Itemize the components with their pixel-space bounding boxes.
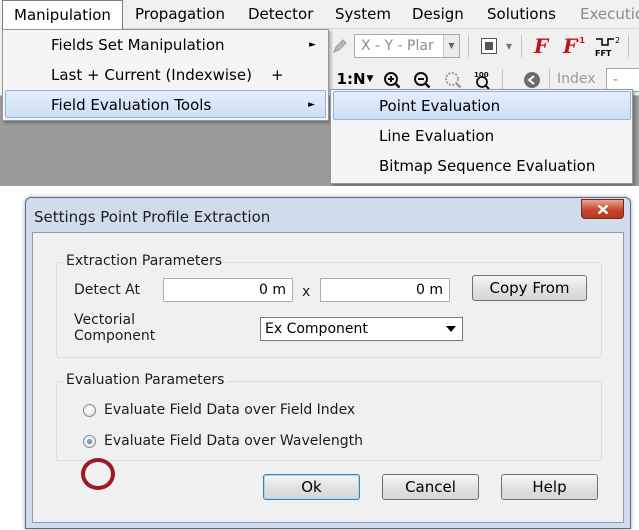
close-icon [597,204,608,214]
menu-manipulation[interactable]: Manipulation [2,0,123,30]
radio-button-checked[interactable] [83,434,96,448]
radio-field-index[interactable]: Evaluate Field Data over Field Index [83,401,355,419]
vectorial-label-line2: Component [74,328,156,344]
chevron-down-icon: ▼ [443,35,459,57]
toolbar-separator [521,35,522,57]
menu-bar: Manipulation Propagation Detector System… [0,0,639,30]
settings-dialog: Settings Point Profile Extraction Extrac… [25,197,631,529]
menu-item-label: Point Evaluation [379,97,501,115]
radio-button-unchecked[interactable] [83,403,96,417]
menu-execution[interactable]: Executio [580,0,639,29]
menu-item-label: Bitmap Sequence Evaluation [379,157,596,175]
menu-solutions[interactable]: Solutions [487,0,556,29]
frame-toggle-icon[interactable] [478,35,500,57]
menu-item-label: Line Evaluation [379,127,495,145]
extraction-group-title: Extraction Parameters [63,253,226,269]
menu-design[interactable]: Design [412,0,464,29]
help-button[interactable]: Help [501,474,598,500]
radio-field-index-label: Evaluate Field Data over Field Index [104,402,356,418]
menu-item-shortcut: + [271,66,284,84]
toolbar-separator [502,69,503,91]
radio-wavelength-label: Evaluate Field Data over Wavelength [104,433,363,449]
detect-x-input[interactable]: 0 m [163,278,293,302]
svg-text:2: 2 [615,36,620,45]
vectorial-component-value: Ex Component [265,321,368,337]
chevron-down-icon [446,326,456,332]
fft-icon[interactable]: 2 FFT [593,33,623,59]
cancel-button[interactable]: Cancel [382,474,479,500]
chevron-down-icon: ▼ [366,74,374,84]
formula-f-inverse-icon[interactable]: F -1 [561,33,587,59]
index-label: Index [557,71,596,87]
zoom-in-icon[interactable] [381,69,403,91]
submenu-arrow-icon: ► [308,100,315,110]
menu-item-bitmap-sequence-evaluation[interactable]: Bitmap Sequence Evaluation [333,152,631,181]
toolbar-separator [549,69,550,91]
menu-item-point-evaluation[interactable]: Point Evaluation [333,91,631,120]
copy-from-button[interactable]: Copy From [472,275,587,301]
index-field-value: - [613,72,619,88]
annotation-highlight-ring [81,458,115,490]
detect-at-label: Detect At [74,282,140,298]
pencil-icon[interactable] [330,35,350,57]
svg-text:F: F [533,34,550,58]
detect-separator: x [302,284,311,300]
dialog-title: Settings Point Profile Extraction [34,208,271,226]
menu-detector[interactable]: Detector [248,0,313,29]
menu-item-fields-set-manipulation[interactable]: Fields Set Manipulation ► [5,31,326,59]
menu-item-field-evaluation-tools[interactable]: Field Evaluation Tools ► [5,90,326,118]
vectorial-component-select[interactable]: Ex Component [260,317,463,341]
menu-item-label: Fields Set Manipulation [51,36,225,54]
step-selector-button[interactable]: 1:N ▼ [335,67,375,91]
menu-propagation[interactable]: Propagation [135,0,225,29]
close-button[interactable] [581,199,624,219]
vectorial-label-line1: Vectorial [74,312,135,328]
ok-button[interactable]: Ok [263,474,360,500]
formula-f-icon[interactable]: F [530,33,554,59]
vectorial-component-label: Vectorial Component [74,312,155,344]
field-evaluation-submenu: Point Evaluation Line Evaluation Bitmap … [330,89,633,184]
application-window: Manipulation Propagation Detector System… [0,0,639,186]
coordinate-combobox[interactable]: X - Y - Plar ▼ [354,34,460,58]
manipulation-dropdown: Fields Set Manipulation ► Last + Current… [2,29,329,121]
toolbar-separator [468,35,469,57]
menu-system[interactable]: System [335,0,391,29]
zoom-100-icon[interactable]: 100 [472,69,494,91]
menu-item-label: Field Evaluation Tools [51,96,212,114]
coordinate-combobox-value: X - Y - Plar [361,38,434,54]
evaluation-group-title: Evaluation Parameters [63,372,228,388]
chevron-down-icon[interactable]: ▼ [503,39,515,53]
detect-y-input[interactable]: 0 m [320,278,450,302]
zoom-out-icon[interactable] [411,69,433,91]
evaluation-parameters-group: Evaluation Parameters Evaluate Field Dat… [56,372,602,461]
toolbar-separator [628,35,629,57]
back-arrow-icon[interactable] [522,70,542,90]
radio-wavelength[interactable]: Evaluate Field Data over Wavelength [83,432,363,450]
svg-text:FFT: FFT [595,49,612,58]
menu-item-last-plus-current[interactable]: Last + Current (Indexwise) + [5,61,326,89]
dialog-body: Extraction Parameters Detect At 0 m x 0 … [32,232,624,523]
svg-text:-1: -1 [576,36,585,45]
step-selector-label: 1:N [336,70,366,88]
menu-item-label: Last + Current (Indexwise) [51,66,252,84]
submenu-arrow-icon: ► [309,40,316,50]
menu-item-line-evaluation[interactable]: Line Evaluation [333,122,631,151]
extraction-parameters-group: Extraction Parameters Detect At 0 m x 0 … [56,253,602,358]
zoom-fit-icon[interactable] [442,69,464,91]
